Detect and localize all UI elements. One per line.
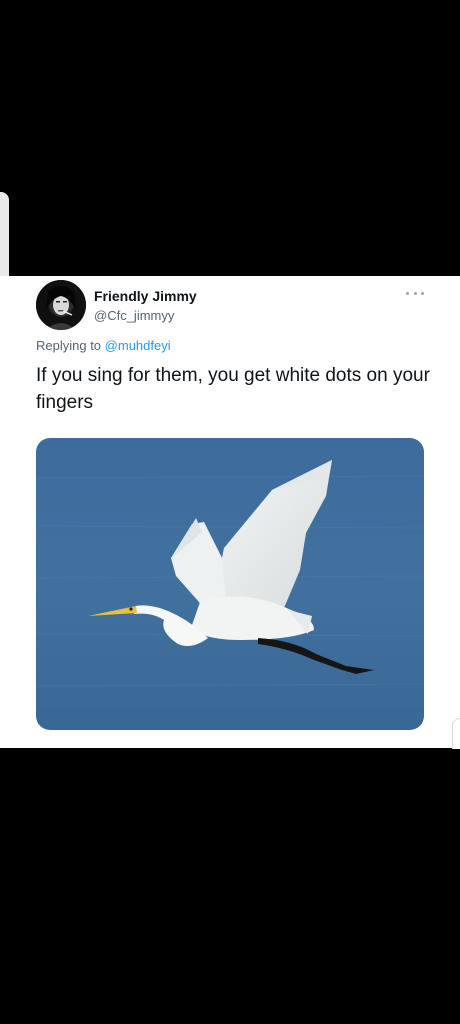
avatar[interactable]	[36, 280, 86, 330]
edge-decoration	[452, 718, 460, 749]
egret-photo	[36, 438, 424, 730]
more-horizontal-icon[interactable]	[406, 286, 424, 300]
tweet-card[interactable]: Friendly Jimmy @Cfc_jimmyy Replying to @…	[0, 276, 460, 748]
tweet-text: If you sing for them, you get white dots…	[36, 365, 430, 413]
tweet-media-image[interactable]	[36, 438, 424, 730]
reply-context: Replying to @muhdfeyi	[36, 338, 171, 353]
screen: Friendly Jimmy @Cfc_jimmyy Replying to @…	[0, 0, 460, 1024]
avatar-image	[36, 280, 86, 330]
display-name[interactable]: Friendly Jimmy	[94, 288, 197, 304]
reply-prefix: Replying to	[36, 338, 102, 353]
user-handle[interactable]: @Cfc_jimmyy	[94, 308, 174, 323]
reply-mention-link[interactable]: @muhdfeyi	[105, 338, 171, 353]
